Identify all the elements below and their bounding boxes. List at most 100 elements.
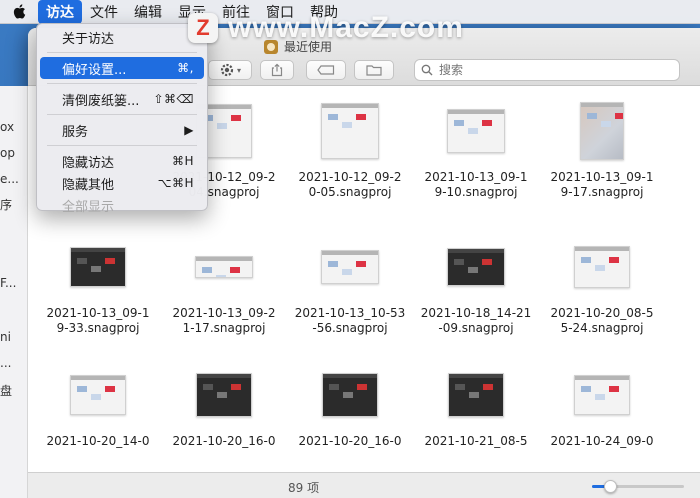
file-thumbnail [196, 373, 252, 417]
file-item[interactable]: 2021-10-12_09-2 0-05.snagproj [288, 98, 412, 200]
file-item[interactable]: 2021-10-13_09-1 9-10.snagproj [414, 98, 538, 200]
file-thumbnail [70, 247, 126, 287]
sidebar-item[interactable]: F... [0, 276, 16, 290]
thumbnail-holder [540, 362, 664, 428]
file-name: 2021-10-18_14-21 -09.snagproj [420, 306, 532, 335]
thumbnail-bar [196, 257, 252, 261]
thumbnail-detail [581, 386, 591, 392]
tags-button[interactable] [306, 60, 346, 80]
menu-edit[interactable]: 编辑 [126, 0, 170, 24]
file-item[interactable]: 2021-10-13_09-2 1-17.snagproj [162, 234, 286, 336]
thumbnail-detail [105, 386, 115, 392]
menu-view[interactable]: 显示 [170, 0, 214, 24]
thumbnail-detail [342, 269, 352, 275]
tag-icon [317, 65, 335, 75]
file-name: 2021-10-13_09-1 9-10.snagproj [424, 170, 528, 199]
thumbnail-detail [91, 394, 101, 400]
file-name: 2021-10-13_09-1 9-33.snagproj [46, 306, 150, 335]
folder-icon [366, 65, 382, 76]
thumbnail-bar [581, 103, 623, 107]
menu-window[interactable]: 窗口 [258, 0, 302, 24]
search-input[interactable] [439, 63, 659, 77]
thumbnail-detail [469, 392, 479, 398]
file-item[interactable]: 2021-10-24_09-0 [540, 362, 664, 449]
menu-item-hide-finder[interactable]: 隐藏访达 ⌘H [40, 150, 204, 172]
thumbnail-detail [342, 122, 352, 128]
thumbnail-bar [71, 376, 125, 380]
menu-separator [47, 83, 197, 84]
thumbnail-detail [217, 123, 227, 129]
search-field[interactable] [414, 59, 680, 81]
thumbnail-bar [71, 248, 125, 252]
menu-item-empty-trash[interactable]: 清倒废纸篓... ⇧⌘⌫ [40, 88, 204, 110]
file-item[interactable]: 2021-10-13_09-1 9-17.snagproj [540, 98, 664, 200]
menu-separator [47, 145, 197, 146]
file-thumbnail [70, 375, 126, 415]
file-item[interactable]: 2021-10-20_16-0 [288, 362, 412, 449]
sidebar-partial: ox op e... 序 F... ni ... 盘 [0, 86, 28, 498]
sidebar-item[interactable]: 序 [0, 196, 12, 213]
thumbnail-detail [483, 384, 493, 390]
menu-item-services[interactable]: 服务 ▶ [40, 119, 204, 141]
thumbnail-detail [203, 384, 213, 390]
file-thumbnail [574, 375, 630, 415]
thumbnail-holder [36, 362, 160, 428]
file-thumbnail [580, 102, 624, 160]
finder-app-menu: 关于访达 偏好设置... ⌘, 清倒废纸篓... ⇧⌘⌫ 服务 ▶ 隐藏访达 ⌘… [36, 23, 208, 215]
thumbnail-detail [357, 384, 367, 390]
file-thumbnail [322, 373, 378, 417]
file-thumbnail [447, 248, 505, 286]
shortcut-label: ⇧⌘⌫ [153, 92, 194, 106]
thumbnail-detail [230, 267, 240, 273]
sidebar-item[interactable]: op [0, 146, 15, 160]
apple-menu[interactable] [0, 0, 38, 24]
thumbnail-holder [540, 234, 664, 300]
share-button[interactable] [260, 60, 294, 80]
thumbnail-detail [468, 267, 478, 273]
sidebar-item[interactable]: 盘 [0, 382, 12, 399]
menu-item-preferences[interactable]: 偏好设置... ⌘, [40, 57, 204, 79]
file-name: 2021-10-21_08-5 [424, 434, 528, 448]
sidebar-item[interactable]: ... [0, 356, 11, 370]
thumbnail-holder [414, 362, 538, 428]
menu-separator [47, 52, 197, 53]
file-item[interactable]: 2021-10-18_14-21 -09.snagproj [414, 234, 538, 336]
thumbnail-detail [216, 275, 226, 277]
file-item[interactable]: 2021-10-20_14-0 [36, 362, 160, 449]
sidebar-item[interactable]: ox [0, 120, 14, 134]
action-menu-button[interactable]: ▾ [208, 60, 252, 80]
menu-item-show-all: 全部显示 [62, 199, 115, 215]
file-thumbnail [321, 103, 379, 159]
gear-icon [220, 63, 234, 77]
menu-go[interactable]: 前往 [214, 0, 258, 24]
file-name: 2021-10-20_14-0 [46, 434, 150, 448]
file-thumbnail [447, 109, 505, 153]
file-item[interactable]: 2021-10-21_08-5 [414, 362, 538, 449]
menu-file[interactable]: 文件 [82, 0, 126, 24]
menu-help[interactable]: 帮助 [302, 0, 346, 24]
status-bar: 89 项 [28, 472, 700, 498]
window-title: 最近使用 [264, 38, 332, 55]
thumbnail-detail [231, 115, 241, 121]
chevron-down-icon: ▾ [236, 65, 241, 75]
new-folder-button[interactable] [354, 60, 394, 80]
submenu-arrow-icon: ▶ [184, 123, 194, 137]
search-icon [421, 64, 433, 76]
file-item[interactable]: 2021-10-13_09-1 9-33.snagproj [36, 234, 160, 336]
icon-size-slider[interactable] [592, 480, 684, 493]
thumbnail-detail [455, 384, 465, 390]
thumbnail-bar [575, 376, 629, 380]
file-item[interactable]: 2021-10-13_10-53 -56.snagproj [288, 234, 412, 336]
file-item[interactable]: 2021-10-20_16-0 [162, 362, 286, 449]
sidebar-item[interactable]: e... [0, 172, 19, 186]
menu-finder[interactable]: 访达 [38, 0, 82, 24]
slider-knob[interactable] [604, 480, 618, 493]
thumbnail-detail [77, 258, 87, 264]
menu-item-about-finder[interactable]: 关于访达 [40, 26, 204, 48]
shortcut-label: ⌘H [171, 154, 194, 168]
sidebar-item[interactable]: ni [0, 330, 11, 344]
thumbnail-detail [343, 392, 353, 398]
thumbnail-holder [288, 98, 412, 164]
menu-item-hide-others[interactable]: 隐藏其他 ⌥⌘H [40, 172, 204, 194]
file-item[interactable]: 2021-10-20_08-5 5-24.snagproj [540, 234, 664, 336]
